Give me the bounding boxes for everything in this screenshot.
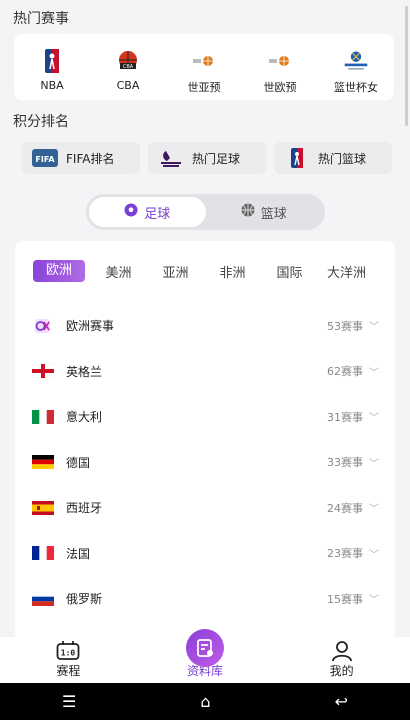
league-count: 15赛事 [327, 592, 363, 606]
hot-events-title: 热门赛事 [13, 11, 69, 27]
league-count: 24赛事 [327, 501, 363, 515]
basketball-icon [241, 203, 255, 221]
cba-logo-icon: CBA [115, 48, 141, 74]
svg-text:FIFA: FIFA [35, 155, 55, 164]
fiba-logo-icon [191, 48, 217, 74]
hot-item-cba[interactable]: CBA CBA [90, 34, 166, 100]
germany-flag-icon [32, 455, 54, 470]
hot-item-nba[interactable]: NBA [14, 34, 90, 100]
tab-international[interactable]: 国际 [261, 262, 318, 281]
chevron-down-icon: ﹀ [369, 413, 379, 425]
svg-text:1:0: 1:0 [61, 649, 76, 658]
scoreboard-icon: 1:0 [55, 640, 81, 662]
sport-toggle: 足球 篮球 [86, 194, 325, 230]
tab-americas[interactable]: 美洲 [90, 262, 147, 281]
list-item[interactable]: 俄罗斯 15赛事 ﹀ [15, 576, 395, 622]
hot-events-card: NBA CBA CBA 世亚预 世欧预 篮世杯女 [14, 34, 394, 100]
nav-schedule-label: 赛程 [56, 664, 81, 678]
spain-flag-icon [32, 500, 54, 515]
league-count: 33赛事 [327, 456, 363, 470]
nav-mine-label: 我的 [329, 664, 354, 678]
uefa-logo-icon [32, 318, 54, 333]
league-name: 西班牙 [66, 501, 103, 516]
nav-database[interactable]: 资料库 [137, 629, 274, 683]
list-item[interactable]: 欧洲赛事 53赛事 ﹀ [15, 303, 395, 349]
england-flag-icon [32, 364, 54, 379]
list-item[interactable]: 英格兰 62赛事 ﹀ [15, 349, 395, 395]
chevron-down-icon: ﹀ [369, 322, 379, 334]
league-name: 俄罗斯 [66, 592, 103, 607]
system-navigation-bar: ☰ ⌂ ↩ [0, 683, 410, 720]
basketball-toggle-option[interactable]: 篮球 [206, 197, 323, 227]
league-name: 意大利 [66, 410, 103, 425]
nba-logo-icon [39, 48, 65, 74]
home-icon[interactable]: ⌂ [200, 692, 210, 711]
league-count: 53赛事 [327, 319, 363, 333]
france-flag-icon [32, 546, 54, 561]
chevron-down-icon: ﹀ [369, 549, 379, 561]
hot-basketball-button[interactable]: 热门篮球 [274, 142, 392, 174]
back-icon[interactable]: ↩ [335, 692, 348, 711]
tab-europe[interactable]: 欧洲 [33, 260, 85, 282]
list-item[interactable]: 意大利 31赛事 ﹀ [15, 394, 395, 440]
nba-logo-icon [284, 148, 310, 168]
nav-schedule[interactable]: 1:0 赛程 [0, 637, 137, 683]
premier-league-logo-icon [158, 148, 184, 168]
hot-item-asia-qualifier[interactable]: 世亚预 [166, 34, 242, 100]
fifa-ranking-button[interactable]: FIFA FIFA排名 [22, 142, 140, 174]
basketball-toggle-label: 篮球 [260, 206, 287, 222]
hot-football-label: 热门足球 [192, 151, 241, 166]
league-name: 德国 [66, 455, 91, 470]
ranking-title: 积分排名 [13, 114, 69, 130]
chevron-down-icon: ﹀ [369, 504, 379, 516]
svg-text:CBA: CBA [123, 64, 134, 70]
hot-item-label: NBA [40, 79, 64, 92]
league-name: 欧洲赛事 [66, 319, 115, 334]
hot-item-label: CBA [116, 79, 140, 92]
list-item[interactable]: 西班牙 24赛事 ﹀ [15, 485, 395, 531]
hot-item-label: 世亚预 [187, 81, 221, 94]
hot-football-button[interactable]: 热门足球 [148, 142, 266, 174]
scrollbar[interactable] [405, 6, 408, 126]
region-leagues-card: 欧洲 美洲 亚洲 非洲 国际 大洋洲 欧洲赛事 53赛事 ﹀ 英格兰 62赛事 … [15, 241, 395, 641]
tab-oceania[interactable]: 大洋洲 [318, 262, 375, 281]
league-count: 62赛事 [327, 365, 363, 379]
hot-item-label: 世欧预 [263, 81, 297, 94]
russia-flag-icon [32, 591, 54, 606]
nav-mine[interactable]: 我的 [273, 637, 410, 683]
fifa-logo-icon: FIFA [32, 148, 58, 168]
ranking-buttons: FIFA FIFA排名 热门足球 热门篮球 [22, 142, 392, 174]
menu-icon[interactable]: ☰ [62, 692, 76, 711]
hot-item-women-world-cup[interactable]: 篮世杯女 [318, 34, 394, 100]
chevron-down-icon: ﹀ [369, 458, 379, 470]
league-name: 法国 [66, 546, 91, 561]
user-icon [329, 640, 355, 662]
hot-basketball-label: 热门篮球 [318, 151, 367, 166]
chevron-down-icon: ﹀ [369, 367, 379, 379]
bottom-nav: 1:0 赛程 资料库 我的 [0, 629, 410, 683]
database-icon [186, 629, 224, 667]
tab-africa[interactable]: 非洲 [204, 262, 261, 281]
fifa-ranking-label: FIFA排名 [66, 151, 115, 166]
tab-asia[interactable]: 亚洲 [147, 262, 204, 281]
world-cup-logo-icon [343, 48, 369, 74]
league-count: 31赛事 [327, 410, 363, 424]
hot-item-europe-qualifier[interactable]: 世欧预 [242, 34, 318, 100]
list-item[interactable]: 法国 23赛事 ﹀ [15, 531, 395, 577]
chevron-down-icon: ﹀ [369, 595, 379, 607]
football-toggle-option[interactable]: 足球 [89, 197, 206, 227]
region-tabs: 欧洲 美洲 亚洲 非洲 国际 大洋洲 [33, 257, 395, 285]
football-toggle-label: 足球 [144, 206, 171, 222]
league-name: 英格兰 [66, 364, 103, 379]
league-count: 23赛事 [327, 547, 363, 561]
league-list: 欧洲赛事 53赛事 ﹀ 英格兰 62赛事 ﹀ 意大利 31赛事 ﹀ 德国 33赛… [15, 303, 395, 622]
italy-flag-icon [32, 409, 54, 424]
hot-item-label: 篮世杯女 [334, 81, 378, 94]
list-item[interactable]: 德国 33赛事 ﹀ [15, 440, 395, 486]
football-icon [124, 203, 138, 221]
fiba-logo-icon [267, 48, 293, 74]
